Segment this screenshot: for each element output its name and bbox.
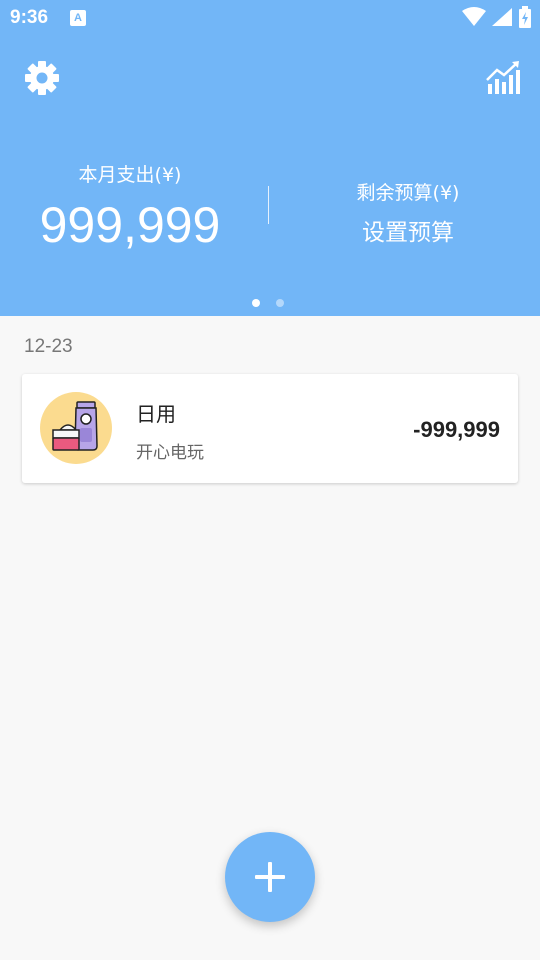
cosmetics-icon xyxy=(40,392,112,464)
header-divider xyxy=(268,186,269,224)
page-dot-active xyxy=(252,299,260,307)
date-group-label: 12-23 xyxy=(24,336,73,357)
monthly-spent-label: 本月支出(¥) xyxy=(78,164,182,186)
chart-icon[interactable] xyxy=(484,60,522,96)
record-note: 开心电玩 xyxy=(136,443,204,463)
record-item[interactable]: 日用 开心电玩 -999,999 xyxy=(22,374,518,483)
set-budget-button[interactable]: 设置预算 xyxy=(308,213,508,247)
wifi-icon xyxy=(461,7,486,26)
header: 9:36 A 本月支出(¥) 999,999 剩余预算(¥) 设置预算 xyxy=(0,0,540,316)
plus-icon xyxy=(255,862,285,892)
gear-icon[interactable] xyxy=(24,60,60,96)
status-time: 9:36 xyxy=(10,7,49,28)
battery-icon xyxy=(519,6,531,28)
page-dot xyxy=(276,299,284,307)
status-bar: 9:36 A xyxy=(0,0,540,36)
record-category: 日用 xyxy=(136,402,176,426)
status-icons xyxy=(461,6,532,30)
monthly-spent-value: 999,999 xyxy=(39,197,221,253)
add-record-button[interactable] xyxy=(225,832,315,922)
remaining-budget-label: 剩余预算(¥) xyxy=(356,182,460,204)
record-amount: -999,999 xyxy=(413,417,500,442)
signal-icon xyxy=(491,8,512,26)
notification-icon: A xyxy=(70,10,86,26)
page-indicator xyxy=(252,292,300,311)
